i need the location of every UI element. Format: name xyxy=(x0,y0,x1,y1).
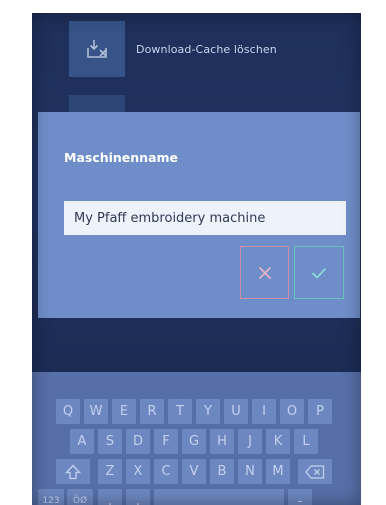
device-screen: Download-Cache löschen Maschinenname Q W… xyxy=(32,13,361,505)
key-l[interactable]: L xyxy=(294,429,318,454)
key-n[interactable]: N xyxy=(238,459,262,484)
key-t[interactable]: T xyxy=(168,399,192,424)
machine-name-input[interactable] xyxy=(64,201,346,235)
download-clear-icon xyxy=(69,21,125,77)
key-r[interactable]: R xyxy=(140,399,164,424)
shift-key[interactable] xyxy=(56,459,90,484)
cancel-button[interactable] xyxy=(240,246,289,299)
close-icon xyxy=(258,266,271,279)
numbers-key[interactable]: 123 xyxy=(38,489,64,505)
key-g[interactable]: G xyxy=(182,429,206,454)
download-cache-menu-item[interactable]: Download-Cache löschen xyxy=(32,13,361,87)
key-y[interactable]: Y xyxy=(196,399,220,424)
space-key[interactable] xyxy=(154,489,284,505)
key-v[interactable]: V xyxy=(182,459,206,484)
key-p[interactable]: P xyxy=(308,399,332,424)
download-cache-label: Download-Cache löschen xyxy=(136,43,277,56)
key-z[interactable]: Z xyxy=(98,459,122,484)
key-w[interactable]: W xyxy=(84,399,108,424)
key-u[interactable]: U xyxy=(224,399,248,424)
key-h[interactable]: H xyxy=(210,429,234,454)
key-e[interactable]: E xyxy=(112,399,136,424)
machine-name-dialog: Maschinenname xyxy=(38,112,360,318)
check-icon xyxy=(311,267,327,279)
backspace-icon xyxy=(305,464,325,479)
key-k[interactable]: K xyxy=(266,429,290,454)
comma-key[interactable]: , xyxy=(98,489,122,505)
key-m[interactable]: M xyxy=(266,459,290,484)
umlaut-key[interactable]: ÖØ xyxy=(67,489,93,505)
key-x[interactable]: X xyxy=(126,459,150,484)
key-c[interactable]: C xyxy=(154,459,178,484)
dash-key[interactable]: - xyxy=(288,489,312,505)
key-i[interactable]: I xyxy=(252,399,276,424)
key-q[interactable]: Q xyxy=(56,399,80,424)
key-j[interactable]: J xyxy=(238,429,262,454)
key-b[interactable]: B xyxy=(210,459,234,484)
key-f[interactable]: F xyxy=(154,429,178,454)
backspace-key[interactable] xyxy=(298,459,332,484)
confirm-button[interactable] xyxy=(294,246,344,299)
period-key[interactable]: . xyxy=(126,489,150,505)
key-s[interactable]: S xyxy=(98,429,122,454)
dialog-title: Maschinenname xyxy=(64,150,179,165)
key-d[interactable]: D xyxy=(126,429,150,454)
on-screen-keyboard: Q W E R T Y U I O P A S D F G H J K L Z … xyxy=(32,372,361,505)
shift-icon xyxy=(65,464,81,479)
key-o[interactable]: O xyxy=(280,399,304,424)
key-a[interactable]: A xyxy=(70,429,94,454)
